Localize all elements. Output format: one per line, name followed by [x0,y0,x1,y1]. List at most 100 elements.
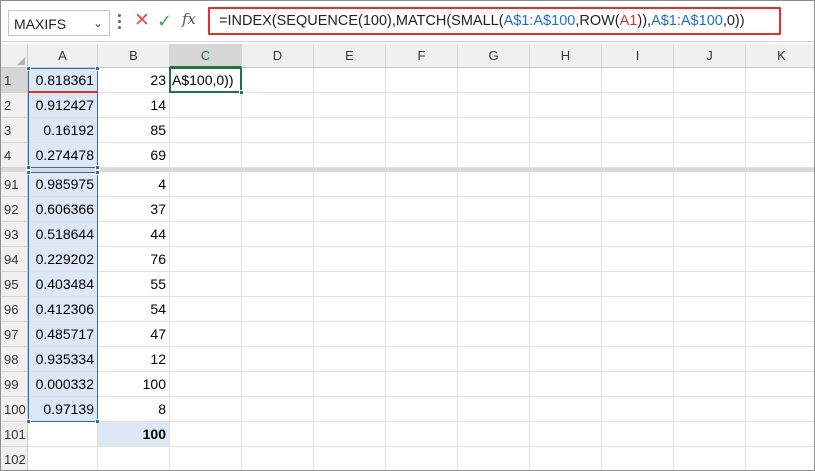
cell-d4[interactable] [242,143,314,168]
column-header-i[interactable]: I [602,44,674,68]
cell-e92[interactable] [314,197,386,222]
cell-a1[interactable]: 0.818361 [28,68,98,93]
row-header-92[interactable]: 92 [1,197,28,222]
cell-i4[interactable] [602,143,674,168]
cell-a91[interactable]: 0.985975 [28,172,98,197]
cell-a4[interactable]: 0.274478 [28,143,98,168]
cell-a2[interactable]: 0.912427 [28,93,98,118]
row-header-102[interactable]: 102 [1,447,28,470]
row-header-100[interactable]: 100 [1,397,28,422]
cell-e91[interactable] [314,172,386,197]
cell-d101[interactable] [242,422,314,447]
cell-c2[interactable] [170,93,242,118]
cell-c94[interactable] [170,247,242,272]
cancel-icon[interactable]: ✕ [134,10,152,32]
cell-a99[interactable]: 0.000332 [28,372,98,397]
cell-c102[interactable] [170,447,242,470]
cell-c1[interactable]: A$100,0)) [170,68,242,93]
cell-b96[interactable]: 54 [98,297,170,322]
cell-b93[interactable]: 44 [98,222,170,247]
cell-j95[interactable] [674,272,746,297]
cell-j2[interactable] [674,93,746,118]
cell-f99[interactable] [386,372,458,397]
cell-e101[interactable] [314,422,386,447]
cell-d98[interactable] [242,347,314,372]
cell-i99[interactable] [602,372,674,397]
cell-i95[interactable] [602,272,674,297]
cell-j102[interactable] [674,447,746,470]
cell-h92[interactable] [530,197,602,222]
cell-g4[interactable] [458,143,530,168]
cell-f98[interactable] [386,347,458,372]
cell-d100[interactable] [242,397,314,422]
cell-a95[interactable]: 0.403484 [28,272,98,297]
cell-f1[interactable] [386,68,458,93]
cell-k97[interactable] [746,322,814,347]
cell-b94[interactable]: 76 [98,247,170,272]
cell-i97[interactable] [602,322,674,347]
cell-g96[interactable] [458,297,530,322]
cell-g1[interactable] [458,68,530,93]
cell-b97[interactable]: 47 [98,322,170,347]
cell-i2[interactable] [602,93,674,118]
cell-d94[interactable] [242,247,314,272]
range-resize-handle[interactable] [26,66,31,71]
range-resize-handle[interactable] [95,170,100,175]
cell-b91[interactable]: 4 [98,172,170,197]
cell-a98[interactable]: 0.935334 [28,347,98,372]
cell-k1[interactable] [746,68,814,93]
cell-g94[interactable] [458,247,530,272]
cell-c91[interactable] [170,172,242,197]
column-header-c[interactable]: C [170,44,242,68]
cell-k92[interactable] [746,197,814,222]
cell-f101[interactable] [386,422,458,447]
cell-f95[interactable] [386,272,458,297]
cell-e4[interactable] [314,143,386,168]
cell-g3[interactable] [458,118,530,143]
cell-h3[interactable] [530,118,602,143]
cell-b102[interactable] [98,447,170,470]
cell-i94[interactable] [602,247,674,272]
cell-h97[interactable] [530,322,602,347]
cell-h102[interactable] [530,447,602,470]
cell-d93[interactable] [242,222,314,247]
cell-e2[interactable] [314,93,386,118]
cell-j93[interactable] [674,222,746,247]
row-header-3[interactable]: 3 [1,118,28,143]
cell-a92[interactable]: 0.606366 [28,197,98,222]
cell-g101[interactable] [458,422,530,447]
cell-b2[interactable]: 14 [98,93,170,118]
cell-i102[interactable] [602,447,674,470]
cell-d102[interactable] [242,447,314,470]
cell-f93[interactable] [386,222,458,247]
cell-g100[interactable] [458,397,530,422]
row-header-94[interactable]: 94 [1,247,28,272]
cell-f100[interactable] [386,397,458,422]
cell-e93[interactable] [314,222,386,247]
column-header-b[interactable]: B [98,44,170,68]
cell-h1[interactable] [530,68,602,93]
cell-k98[interactable] [746,347,814,372]
cell-e98[interactable] [314,347,386,372]
cell-a93[interactable]: 0.518644 [28,222,98,247]
enter-check-icon[interactable]: ✓ [157,10,175,32]
cell-b99[interactable]: 100 [98,372,170,397]
cell-i1[interactable] [602,68,674,93]
cell-c99[interactable] [170,372,242,397]
select-all-corner[interactable] [1,44,28,68]
cell-j98[interactable] [674,347,746,372]
cell-b95[interactable]: 55 [98,272,170,297]
cell-d97[interactable] [242,322,314,347]
cell-a100[interactable]: 0.97139 [28,397,98,422]
cell-e97[interactable] [314,322,386,347]
column-header-e[interactable]: E [314,44,386,68]
cell-f97[interactable] [386,322,458,347]
cell-k100[interactable] [746,397,814,422]
cell-f96[interactable] [386,297,458,322]
more-options-icon[interactable] [117,12,123,32]
cell-k99[interactable] [746,372,814,397]
cell-i101[interactable] [602,422,674,447]
row-header-101[interactable]: 101 [1,422,28,447]
cell-d3[interactable] [242,118,314,143]
cell-f4[interactable] [386,143,458,168]
